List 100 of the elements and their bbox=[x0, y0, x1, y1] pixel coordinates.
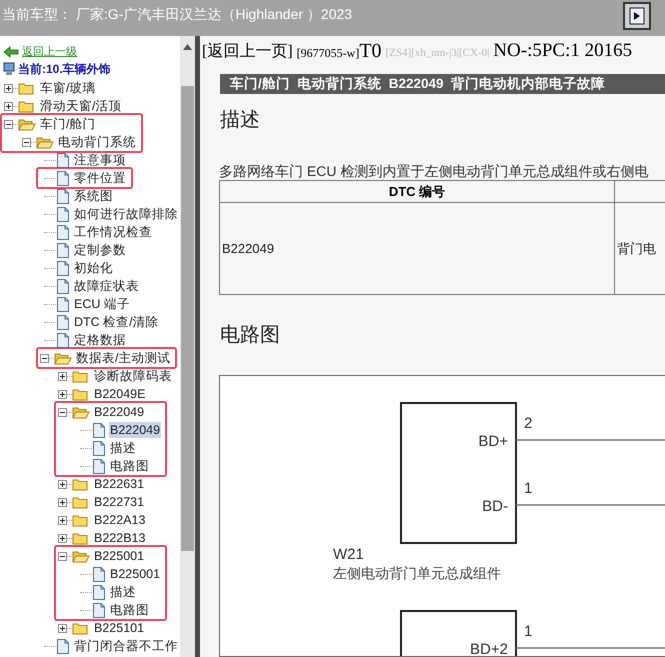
fullscreen-button[interactable] bbox=[623, 2, 651, 30]
vehicle-title: 当前车型： 厂家:G-广汽丰田汉兰达（Highlander ）2023 bbox=[2, 5, 352, 23]
folder-icon bbox=[72, 476, 90, 492]
expand-icon[interactable] bbox=[58, 480, 67, 488]
expand-icon[interactable] bbox=[58, 390, 67, 398]
page-item[interactable]: 定格数据 bbox=[73, 332, 127, 348]
pin-label: BD+2 bbox=[470, 641, 508, 656]
pin-label: BD- bbox=[482, 498, 508, 515]
folder-item[interactable]: B225101 bbox=[93, 620, 146, 636]
document-icon bbox=[56, 278, 70, 294]
collapse-icon[interactable] bbox=[58, 408, 67, 416]
folder-icon bbox=[72, 386, 90, 402]
expand-icon[interactable] bbox=[58, 534, 67, 542]
document-icon bbox=[56, 296, 70, 312]
expand-icon[interactable] bbox=[58, 516, 67, 524]
folder-item[interactable]: B22049E bbox=[93, 386, 146, 402]
scrollbar-thumb[interactable] bbox=[181, 86, 194, 551]
folder-icon bbox=[72, 620, 90, 636]
open-folder-icon bbox=[72, 548, 90, 564]
document-icon bbox=[92, 584, 106, 600]
page-item[interactable]: 系统图 bbox=[73, 188, 114, 204]
document-icon bbox=[56, 332, 70, 348]
expand-icon[interactable] bbox=[58, 624, 67, 632]
folder-item[interactable]: 诊断故障码表 bbox=[93, 368, 173, 384]
document-icon bbox=[92, 440, 106, 456]
document-icon bbox=[92, 602, 106, 618]
folder-icon bbox=[72, 530, 90, 546]
page-item[interactable]: 电路图 bbox=[109, 458, 150, 474]
description-text: 多路网络车门 ECU 检测到内置于左侧电动背门单元总成组件或右侧电 bbox=[219, 162, 650, 180]
collapse-icon[interactable] bbox=[40, 354, 49, 362]
expand-icon[interactable] bbox=[58, 498, 67, 506]
document-icon bbox=[56, 188, 70, 204]
folder-icon bbox=[72, 494, 90, 510]
folder-item[interactable]: B222631 bbox=[93, 476, 146, 492]
circuit-heading: 电路图 bbox=[220, 323, 281, 347]
page-item[interactable]: 零件位置 bbox=[73, 170, 127, 186]
document-icon bbox=[56, 260, 70, 276]
collapse-icon[interactable] bbox=[4, 120, 13, 128]
page-item[interactable]: B222049 bbox=[109, 422, 162, 438]
folder-item[interactable]: 车窗/玻璃 bbox=[39, 80, 96, 96]
folder-item[interactable]: B222A13 bbox=[93, 512, 146, 528]
collapse-icon[interactable] bbox=[58, 552, 67, 560]
computer-icon bbox=[3, 62, 15, 76]
document-icon bbox=[56, 242, 70, 258]
page-item[interactable]: ECU 端子 bbox=[73, 296, 131, 312]
back-link[interactable]: 返回上一级 bbox=[22, 44, 77, 60]
open-folder-icon bbox=[18, 116, 36, 132]
component-code: W21 bbox=[333, 546, 364, 563]
tree-scrollbar[interactable] bbox=[180, 36, 195, 657]
page-item[interactable]: 描述 bbox=[109, 440, 137, 456]
column-header: DTC 编号 bbox=[220, 180, 614, 202]
back-arrow-icon bbox=[3, 46, 19, 58]
document-icon bbox=[56, 224, 70, 240]
page-item[interactable]: 注意事项 bbox=[73, 152, 127, 168]
pin-number: 1 bbox=[524, 623, 532, 640]
back-page-link[interactable]: [返回上一页] bbox=[202, 42, 293, 62]
open-folder-icon bbox=[36, 134, 54, 150]
page-item[interactable]: 故障症状表 bbox=[73, 278, 140, 294]
document-icon bbox=[56, 638, 70, 654]
page-item[interactable]: 初始化 bbox=[73, 260, 114, 276]
pin-label: BD+ bbox=[478, 433, 508, 450]
folder-icon bbox=[72, 512, 90, 528]
page-item[interactable]: DTC 检查/清除 bbox=[73, 314, 160, 330]
scroll-up-icon[interactable] bbox=[183, 44, 192, 50]
document-icon bbox=[56, 206, 70, 222]
document-number: NO-:5PC:1 20165 bbox=[493, 40, 632, 62]
document-icon bbox=[56, 152, 70, 168]
folder-item[interactable]: B222B13 bbox=[93, 530, 146, 546]
expand-icon[interactable] bbox=[58, 372, 67, 380]
folder-icon bbox=[18, 98, 36, 114]
page-item[interactable]: 如何进行故障排除 bbox=[73, 206, 179, 222]
section-title: 车门/舱门 电动背门系统 B222049 背门电动机内部电子故障 bbox=[230, 74, 606, 93]
page-item[interactable]: 描述 bbox=[109, 584, 137, 600]
document-icon bbox=[92, 458, 106, 474]
page-item[interactable]: 电路图 bbox=[109, 602, 150, 618]
folder-icon bbox=[72, 368, 90, 384]
folder-item[interactable]: 车门/舱门 bbox=[39, 116, 96, 132]
component-name: 左侧电动背门单元总成组件 bbox=[333, 566, 501, 582]
page-item[interactable]: 背门闭合器不工作 bbox=[73, 638, 179, 654]
folder-item[interactable]: 滑动天窗/活顶 bbox=[39, 98, 122, 114]
page-item[interactable]: 定制参数 bbox=[73, 242, 127, 258]
document-icon bbox=[92, 566, 106, 582]
document-icon bbox=[56, 314, 70, 330]
document-icon bbox=[92, 422, 106, 438]
folder-icon bbox=[18, 80, 36, 96]
collapse-icon[interactable] bbox=[22, 138, 31, 146]
pin-number: 2 bbox=[524, 415, 532, 432]
folder-item[interactable]: 数据表/主动测试 bbox=[75, 350, 172, 366]
folder-item[interactable]: B225001 bbox=[93, 548, 146, 564]
folder-item[interactable]: B222731 bbox=[93, 494, 146, 510]
document-tags: [ZS4][xh_nm-|3|[CX-0| bbox=[386, 44, 490, 62]
page-item[interactable]: B225001 bbox=[109, 566, 162, 582]
table-cell: B222049 bbox=[220, 202, 614, 294]
folder-item[interactable]: B222049 bbox=[93, 404, 146, 420]
expand-icon[interactable] bbox=[4, 102, 13, 110]
folder-item[interactable]: 电动背门系统 bbox=[57, 134, 137, 150]
description-heading: 描述 bbox=[220, 108, 261, 132]
expand-icon[interactable] bbox=[4, 84, 13, 92]
page-item[interactable]: 工作情况检查 bbox=[73, 224, 153, 240]
document-id: [9677055-w] bbox=[296, 45, 360, 62]
